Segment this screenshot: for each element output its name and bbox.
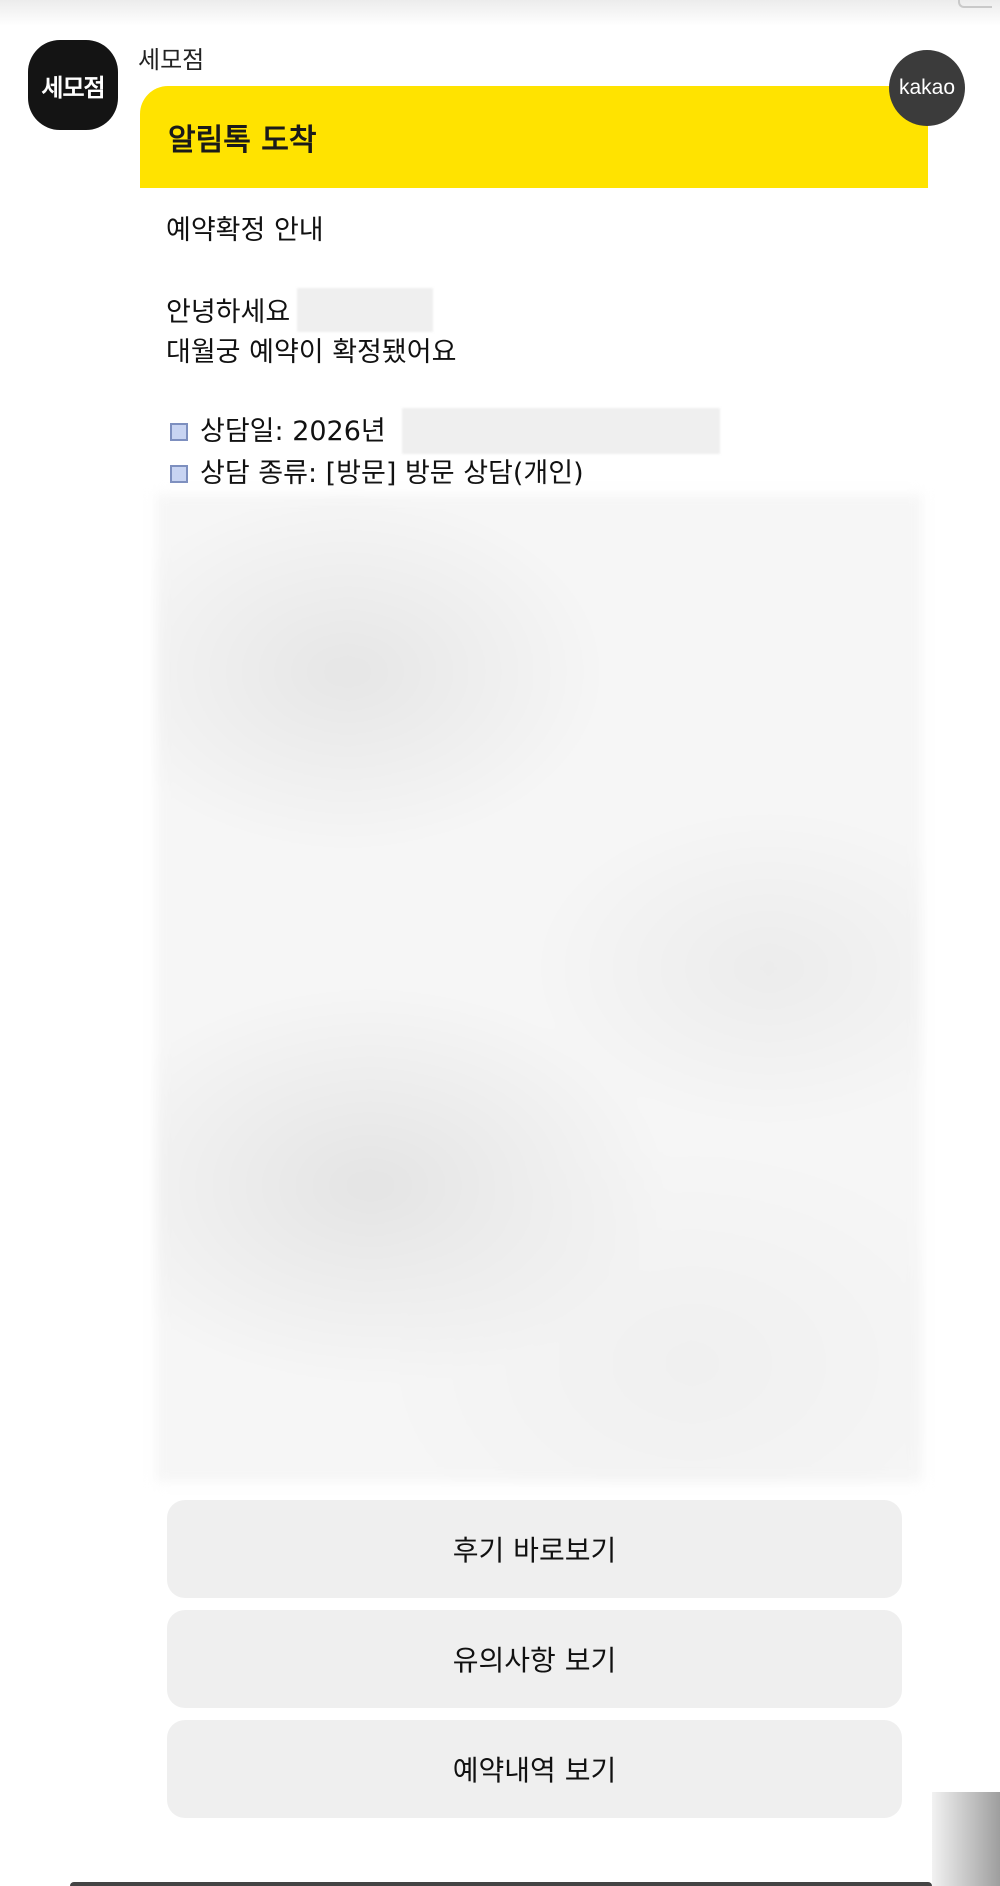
top-status-strip [0,0,1000,26]
consult-date-item: 상담일: 2026년 [170,414,386,450]
top-corner-indicator [958,0,992,8]
notice-button[interactable]: 유의사항 보기 [167,1610,902,1708]
reservation-history-button[interactable]: 예약내역 보기 [167,1720,902,1818]
message-title: 예약확정 안내 [166,215,324,246]
alimtalk-header: 알림톡 도착 [140,86,928,188]
blurred-message-content [156,494,922,1482]
redacted-name-area [297,288,433,332]
sender-name: 세모점 [138,46,205,74]
consult-type-item: 상담 종류: [방문] 방문 상담(개인) [170,456,584,492]
message-confirmation: 대월궁 예약이 확정됐어요 [166,337,457,368]
corner-shadow [932,1792,1000,1886]
square-bullet-icon [170,423,188,441]
square-bullet-icon [170,465,188,483]
alimtalk-header-title: 알림톡 도착 [168,123,317,158]
kakao-badge-icon: kakao [889,50,965,126]
bottom-edge-shadow [70,1882,932,1886]
review-button[interactable]: 후기 바로보기 [167,1500,902,1598]
consult-type-text: 상담 종류: [방문] 방문 상담(개인) [200,458,584,489]
sender-avatar[interactable]: 세모점 [28,40,118,130]
consult-date-text: 상담일: 2026년 [200,416,386,447]
message-greeting: 안녕하세요 [166,297,291,328]
sender-avatar-text: 세모점 [41,73,105,102]
redacted-date-area [402,408,720,454]
